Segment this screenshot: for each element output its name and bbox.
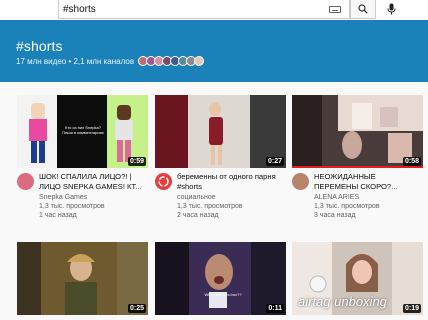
upload-age: 3 часа назад (314, 212, 356, 219)
video-duration: 0:58 (402, 157, 421, 166)
channel-avatar[interactable] (292, 173, 309, 190)
video-title[interactable]: беременны от одного парня #shorts (177, 172, 287, 192)
search-box[interactable] (58, 0, 350, 19)
channel-avatar[interactable] (155, 173, 172, 190)
channel-avatar-small[interactable] (194, 56, 204, 66)
keyboard-icon[interactable] (329, 5, 341, 13)
search-input[interactable] (59, 0, 329, 18)
channel-avatar[interactable] (17, 173, 34, 190)
microphone-icon (387, 3, 395, 15)
video-title-line: беременны от одного парня (177, 172, 276, 181)
thumbnail-caption: airtag unboxing (298, 294, 387, 309)
channel-avatars (138, 56, 204, 66)
thumbnail-caption: Кто из них Snepka? Пиши в комментариях (62, 125, 104, 135)
video-thumbnail[interactable]: 0:58 (292, 95, 423, 168)
top-bar (0, 0, 428, 20)
watch-progress (292, 166, 423, 168)
video-title-line: ШОК! СПАЛИЛА ЛИЦО?! | (39, 172, 132, 181)
video-thumbnail[interactable]: What is in this box?? 0:11 (155, 242, 286, 315)
recycle-icon (158, 176, 169, 187)
video-duration: 0:25 (127, 304, 146, 313)
hashtag-title: #shorts (16, 38, 63, 54)
video-title[interactable]: ШОК! СПАЛИЛА ЛИЦО?! | ЛИЦО SNEPKA GAMES!… (39, 172, 149, 192)
video-thumbnail[interactable]: Кто из них Snepka? Пиши в комментариях 0… (17, 95, 148, 168)
video-meta: ALENA ARIES 1,3 тыс. просмотров 3 часа н… (314, 193, 424, 220)
view-count: 1,3 тыс. просмотров (314, 203, 380, 210)
view-count: 1,3 тыс. просмотров (177, 203, 243, 210)
channel-name[interactable]: ALENA ARIES (314, 193, 424, 202)
video-title-line: ЛИЦО SNEPKA GAMES! КТ... (39, 182, 142, 191)
video-meta: социальное 1,3 тыс. просмотров 2 часа на… (177, 193, 287, 220)
hashtag-stats: 17 млн видео • 2,1 млн каналов (16, 57, 135, 66)
video-thumbnail[interactable]: 0:27 (155, 95, 286, 168)
channel-name[interactable]: социальное (177, 193, 287, 202)
video-thumbnail[interactable]: 0:25 (17, 242, 148, 315)
hashtag-header: #shorts 17 млн видео • 2,1 млн каналов (0, 20, 428, 82)
video-meta: Snepka Games 1,3 тыс. просмотров 1 час н… (39, 193, 149, 220)
video-title[interactable]: НЕОЖИДАННЫЕ ПЕРЕМЕНЫ СКОРО?... (314, 172, 424, 192)
view-count: 1,3 тыс. просмотров (39, 203, 105, 210)
video-duration: 0:59 (127, 157, 146, 166)
video-title-line: ПЕРЕМЕНЫ СКОРО?... (314, 182, 398, 191)
thumbnail-caption: What is in this box?? (204, 292, 242, 297)
video-thumbnail[interactable]: airtag unboxing 0:19 (292, 242, 423, 315)
video-duration: 0:11 (266, 304, 284, 313)
voice-search-button[interactable] (384, 2, 398, 16)
video-title-line: #shorts (177, 182, 202, 191)
search-button[interactable] (350, 0, 376, 19)
video-duration: 0:19 (402, 304, 421, 313)
upload-age: 1 час назад (39, 212, 77, 219)
search-icon (358, 4, 368, 14)
video-title-line: НЕОЖИДАННЫЕ (314, 172, 376, 181)
upload-age: 2 часа назад (177, 212, 219, 219)
video-duration: 0:27 (265, 157, 284, 166)
channel-name[interactable]: Snepka Games (39, 193, 149, 202)
